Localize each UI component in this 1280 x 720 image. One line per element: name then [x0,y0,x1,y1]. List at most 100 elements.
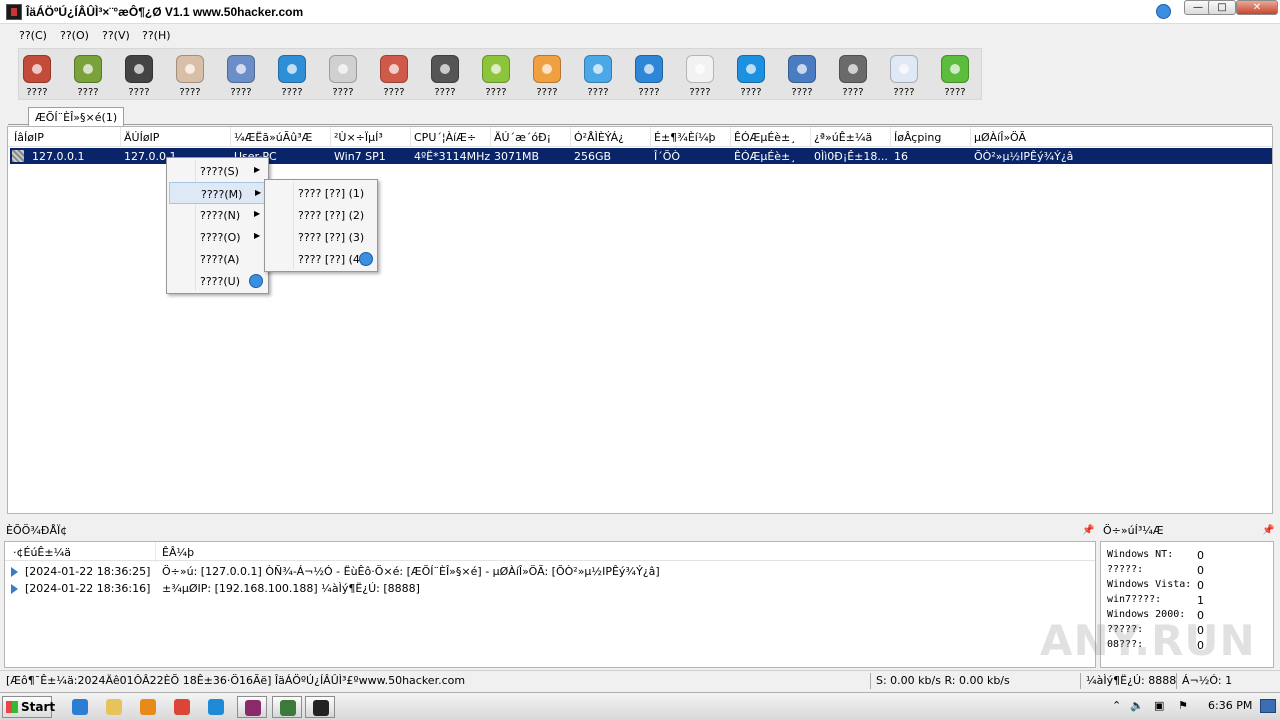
log-row[interactable]: [2024-01-22 18:36:16] ±¾µØIP: [192.168.1… [5,581,1095,598]
close-button[interactable]: ✕ [1236,0,1278,15]
expand-arrow-icon[interactable] [11,584,18,594]
column-header[interactable]: ÄÚÍøIP [124,131,159,144]
toolbar-button[interactable]: ???? [216,51,266,99]
checklist-icon [890,55,918,83]
toolbar-button[interactable]: ???? [522,51,572,99]
clock[interactable]: 6:36 PM [1208,699,1252,712]
submenu-item[interactable]: ???? [??] (2) [267,204,375,226]
menu-bar: ??(C) ??(O) ??(V) ??(H) [0,25,1280,47]
submenu-item[interactable]: ???? [??] (3) [267,226,375,248]
clock-icon [431,55,459,83]
toolbar-button[interactable]: ???? [828,51,878,99]
toolbar-button[interactable]: ???? [369,51,419,99]
log-event: ±¾µØIP: [192.168.100.188] ¼àÌý¶Ë¿Ú: [888… [162,582,420,595]
column-header[interactable]: µØÀíÎ»ÖÃ [974,131,1026,144]
context-menu-item[interactable]: ????(S) ▶ [169,160,266,182]
phone-icon [941,55,969,83]
column-header[interactable]: ÄÚ´æ´óÐ¡ [494,131,551,144]
column-header[interactable]: ÊÓÆµÉè±¸ [734,131,796,144]
column-header[interactable]: ÍøÂçping [894,131,941,144]
log-col-event[interactable]: ÊÂ¼þ [162,546,194,559]
start-label: Start [21,700,56,714]
menu-item-label: ????(S) [200,165,239,178]
toolbar-button[interactable]: ???? [624,51,674,99]
log-col-time[interactable]: ·¢ÉúÊ±¼ä [13,546,71,559]
toolbar-button[interactable]: ???? [879,51,929,99]
toolbar-button[interactable]: ???? [114,51,164,99]
settings-icon [839,55,867,83]
network-app-icon[interactable] [272,696,302,718]
chrome-icon[interactable] [170,696,194,718]
toolbar-button[interactable]: ???? [12,51,62,99]
toolbar-button[interactable]: ???? [930,51,980,99]
toolbar-button[interactable]: ???? [573,51,623,99]
submenu-item[interactable]: ???? [??] (4) [267,248,375,270]
tray-arrow-icon[interactable]: ⌃ [1112,699,1121,712]
explorer-icon[interactable] [102,696,126,718]
status-speed: S: 0.00 kb/s R: 0.00 kb/s [876,674,1010,687]
context-menu-item[interactable]: ????(N) ▶ [169,204,266,226]
context-menu-item[interactable]: ????(O) ▶ [169,226,266,248]
microphone-icon [380,55,408,83]
column-header[interactable]: CPU´¦ÀíÆ÷ [414,131,476,144]
stat-label: ?????: [1107,564,1144,575]
menu-options[interactable]: ??(O) [60,29,89,42]
stat-label: win7????: [1107,594,1162,605]
toolbar-button[interactable]: ???? [675,51,725,99]
toolbar-button[interactable]: ???? [318,51,368,99]
menu-item-label: ???? [??] (2) [298,209,365,222]
winrar-icon[interactable] [237,696,267,718]
badge-icon [1156,4,1171,19]
volume-icon[interactable]: 🔈 [1130,699,1144,712]
taskbar-app-glyph [280,700,296,716]
log-row[interactable]: [2024-01-22 18:36:25] Ö÷»ú: [127.0.0.1] … [5,564,1095,581]
toolbar-button[interactable]: ???? [420,51,470,99]
start-button[interactable]: Start [2,696,56,718]
media-player-icon[interactable] [136,696,160,718]
column-header[interactable]: ÍâÍøIP [14,131,44,144]
column-header[interactable]: ²Ù×÷ÏµÍ³ [334,131,383,144]
toolbar-button[interactable]: ???? [726,51,776,99]
maximize-button[interactable]: □ [1208,0,1236,15]
toolbar-button-label: ???? [230,87,252,98]
app-icon [6,4,22,20]
expand-arrow-icon[interactable] [11,567,18,577]
flag-icon[interactable]: ⚑ [1178,699,1188,712]
watermark: ANY.RUN [1040,616,1256,665]
remote-app-icon[interactable] [305,696,335,718]
column-header[interactable]: Ó²ÅÌÈÝÁ¿ [574,131,624,144]
submenu-item[interactable]: ???? [??] (1) [267,182,375,204]
host-icon [12,150,24,162]
status-bar: [Æô¶¯Ê±¼ä:2024Äê01ÔÂ22ÈÕ 18Ê±36·Ö16Ãë] Î… [0,670,1280,690]
column-header[interactable]: É±¶¾Èí¼þ [654,131,715,144]
toolbar-button[interactable]: ???? [63,51,113,99]
ie-icon[interactable] [68,696,92,718]
toolbar-button[interactable]: ???? [777,51,827,99]
toolbar: ????????????????????????????????????????… [18,48,982,100]
show-desktop-icon[interactable] [1260,699,1276,713]
context-menu-item[interactable]: ????(A) [169,248,266,270]
toolbar-button-label: ???? [587,87,609,98]
cloud-icon [584,55,612,83]
edge-icon[interactable] [204,696,228,718]
column-header[interactable]: ¼ÆËã»úÃû³Æ [234,131,312,144]
context-menu-item[interactable]: ????(U) [169,270,266,292]
toolbar-button[interactable]: ???? [165,51,215,99]
pin-icon[interactable]: 📌 [1082,525,1094,536]
toolbar-button-label: ???? [77,87,99,98]
skype-icon [737,55,765,83]
network-icon[interactable]: ▣ [1154,699,1164,712]
tab-normal-group[interactable]: ÆÕÍ¨ÈÎ»§×é(1) [28,107,125,126]
menu-control[interactable]: ??(C) [19,29,47,42]
context-menu-item[interactable]: ????(M) ▶ [169,182,266,204]
toolbar-button[interactable]: ???? [471,51,521,99]
taskbar-app-glyph [174,699,190,715]
menu-view[interactable]: ??(V) [102,29,130,42]
pin-icon[interactable]: 📌 [1262,525,1274,536]
column-header[interactable]: ¿ª»úÊ±¼ä [814,131,872,144]
activity-icon [227,55,255,83]
menu-help[interactable]: ??(H) [142,29,171,42]
toolbar-button-label: ???? [128,87,150,98]
menu-item-label: ????(U) [200,275,240,288]
toolbar-button[interactable]: ???? [267,51,317,99]
